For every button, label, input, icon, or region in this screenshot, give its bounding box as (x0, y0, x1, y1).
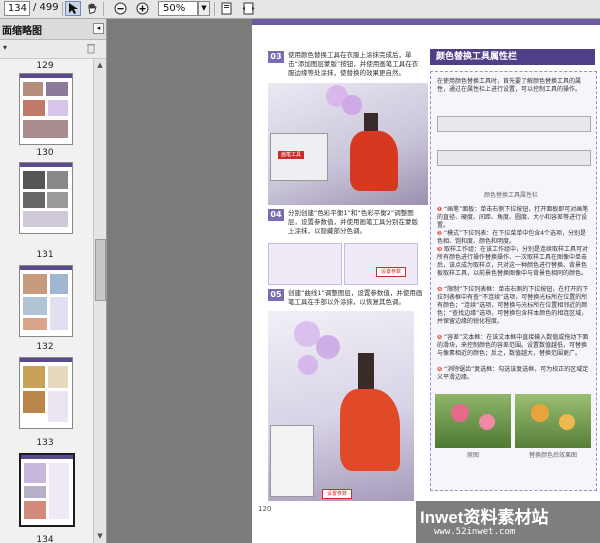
page-number-input[interactable]: 134 (4, 1, 30, 16)
select-tool-icon[interactable] (65, 1, 81, 16)
thumbnail-label: 134 (36, 535, 54, 543)
site-watermark: Inwet资料素材站 www.52inwet.com (416, 501, 600, 543)
toolbar-divider (214, 2, 215, 16)
zoom-level-input[interactable]: 50% (158, 1, 198, 16)
scrollbar-thumb[interactable] (95, 239, 106, 301)
figure-caption: 原图 (466, 452, 479, 459)
figure-caption: 替换颜色后效果图 (528, 452, 577, 459)
zoom-out-button[interactable] (112, 1, 128, 16)
flower-photo-original (435, 394, 511, 448)
step-badge: 03 (268, 51, 284, 63)
panel-title: 面缩略图 (2, 26, 42, 37)
options-dropdown-icon[interactable]: ▾ (3, 43, 7, 52)
tool-options-bar (437, 150, 591, 166)
tool-options-bar (437, 116, 591, 132)
fit-width-icon[interactable] (240, 1, 256, 16)
zoom-dropdown-icon[interactable]: ▼ (198, 1, 210, 16)
delete-icon[interactable] (86, 42, 96, 54)
step-text: 创建“曲线1”调整图层，设置参数值，并使用画笔工具在手部以外涂抹，以恢复其色调。 (288, 289, 423, 306)
item-text: ❷ “模式”下拉列表：在下拉菜单中包含4个选项，分别是色相、饱和度、颜色和明度。 (437, 230, 587, 245)
callout-label: 设置参数 (376, 267, 406, 277)
page-thumbnail-131[interactable] (19, 162, 73, 234)
toolbar-divider (62, 2, 63, 16)
thumbnail-label: 129 (36, 61, 54, 71)
toolbar-divider (103, 2, 104, 16)
thumbnail-label: 132 (36, 342, 54, 352)
section-heading: 颜色替换工具属性栏 (430, 49, 595, 65)
figure-caption: 颜色替换工具属性栏 (483, 192, 538, 199)
item-text: ❸ 取样工作组：在该工作组中，分别是连续取样工具可对所有颜色进行操作替换操作、一… (437, 246, 589, 277)
thumbnail-label: 133 (36, 438, 54, 448)
collapse-panel-icon[interactable]: ◂ (93, 23, 104, 34)
callout-label: 画笔工具 (278, 151, 304, 159)
intro-text: 在使用颜色替换工具时，首先要了解颜色替换工具的属性，通过在属性栏上进行设置，可以… (437, 78, 582, 93)
document-page: 03 使用颜色替换工具在衣服上涂抹完成后，单击“添加图层蒙版”按钮，并使用画笔工… (252, 19, 600, 543)
page-number: 120 (258, 505, 272, 513)
scroll-up-icon[interactable]: ▲ (95, 61, 105, 70)
thumbnail-list[interactable]: 129 130 131 132 133 134 (0, 59, 92, 543)
page-thumbnail-134[interactable] (19, 453, 75, 527)
item-text: ❺ “容差”文本框：在该文本框中直接输入数值或拖动下面的滑块，来控制颜色的容差范… (437, 334, 589, 357)
model-photo (268, 83, 428, 205)
adjustment-panel (268, 243, 342, 285)
info-box: 在使用颜色替换工具时，首先要了解颜色替换工具的属性，通过在属性栏上进行设置，可以… (430, 71, 597, 491)
hand-tool-icon[interactable] (84, 1, 100, 16)
thumbnail-label: 130 (36, 148, 54, 158)
model-photo (268, 311, 414, 501)
thumbnails-panel: 面缩略图 ◂ ▾ 129 130 131 132 133 134 ▲ ▼ (0, 19, 107, 543)
step-badge: 04 (268, 209, 284, 221)
callout-label: 设置参数 (322, 489, 352, 499)
thumbnail-scrollbar[interactable]: ▲ ▼ (93, 59, 106, 543)
document-view[interactable]: 03 使用颜色替换工具在衣服上涂抹完成后，单击“添加图层蒙版”按钮，并使用画笔工… (107, 19, 600, 543)
page-thumbnail-132[interactable] (19, 265, 73, 337)
thumbnail-label: 131 (36, 250, 54, 260)
page-total: / 499 (33, 2, 59, 13)
watermark-title: Inwet资料素材站 (420, 508, 549, 527)
panel-header: 面缩略图 ◂ (0, 19, 106, 40)
page-header-band (252, 19, 600, 25)
step-badge: 05 (268, 289, 284, 301)
page-thumbnail-133[interactable] (19, 357, 73, 429)
panel-toolbar: ▾ (0, 40, 106, 59)
zoom-in-button[interactable] (134, 1, 150, 16)
toolbar: 134 / 499 50% ▼ (0, 0, 600, 19)
step-text: 分别创建“色彩平衡1”和“色彩平衡2”调整图层，设置参数值，并使用画笔工具分别在… (288, 209, 418, 235)
watermark-url: www.52inwet.com (434, 527, 516, 537)
flower-photo-result (515, 394, 591, 448)
page-thumbnail-130[interactable] (19, 73, 73, 145)
fit-page-icon[interactable] (218, 1, 234, 16)
adjustment-panel (344, 243, 418, 285)
item-text: ❹ “限制”下拉列表框：单击右侧的下拉按钮，在打开的下拉列表框中有查“不连续”选… (437, 286, 589, 325)
step-text: 使用颜色替换工具在衣服上涂抹完成后，单击“添加图层蒙版”按钮，并使用画笔工具在衣… (288, 51, 419, 77)
item-text: ❻ “消除锯齿”复选框：勾选该复选框，可为校正的区域定义平滑边缘。 (437, 366, 589, 381)
item-text: ❶ “画笔”面板：单击右侧下拉按钮，打开面板即可对画笔的直径、硬度、间距、角度、… (437, 206, 589, 229)
scroll-down-icon[interactable]: ▼ (95, 532, 105, 541)
